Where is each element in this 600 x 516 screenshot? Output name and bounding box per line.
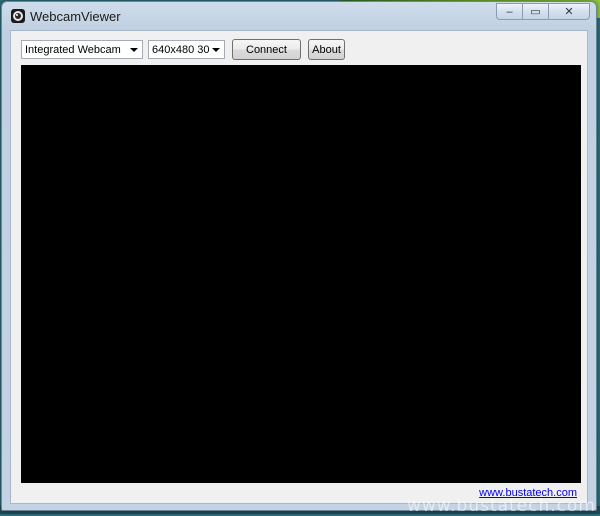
chevron-down-icon [212, 48, 220, 52]
minimize-icon: – [506, 5, 513, 18]
about-button[interactable]: About [308, 39, 345, 60]
title-bar[interactable]: WebcamViewer – ▭ ✕ [2, 2, 596, 30]
close-icon: ✕ [564, 6, 574, 18]
video-preview [21, 65, 581, 483]
close-button[interactable]: ✕ [548, 3, 590, 20]
client-area: Integrated Webcam 640x480 30 Connect Abo… [10, 30, 588, 504]
webcam-viewer-window: WebcamViewer – ▭ ✕ Integrated Webcam 640… [1, 1, 597, 511]
maximize-button[interactable]: ▭ [522, 3, 548, 20]
camera-select[interactable]: Integrated Webcam [21, 40, 143, 59]
window-title: WebcamViewer [30, 9, 121, 24]
connect-button[interactable]: Connect [232, 39, 301, 60]
maximize-icon: ▭ [530, 6, 541, 18]
chevron-down-icon [130, 48, 138, 52]
webcam-icon [11, 9, 25, 23]
format-select[interactable]: 640x480 30 [148, 40, 225, 59]
minimize-button[interactable]: – [496, 3, 522, 20]
watermark: www.bustatech.com [406, 496, 596, 516]
camera-select-value: Integrated Webcam [25, 43, 121, 56]
format-select-value: 640x480 30 [152, 43, 210, 56]
caption-buttons: – ▭ ✕ [496, 3, 590, 21]
